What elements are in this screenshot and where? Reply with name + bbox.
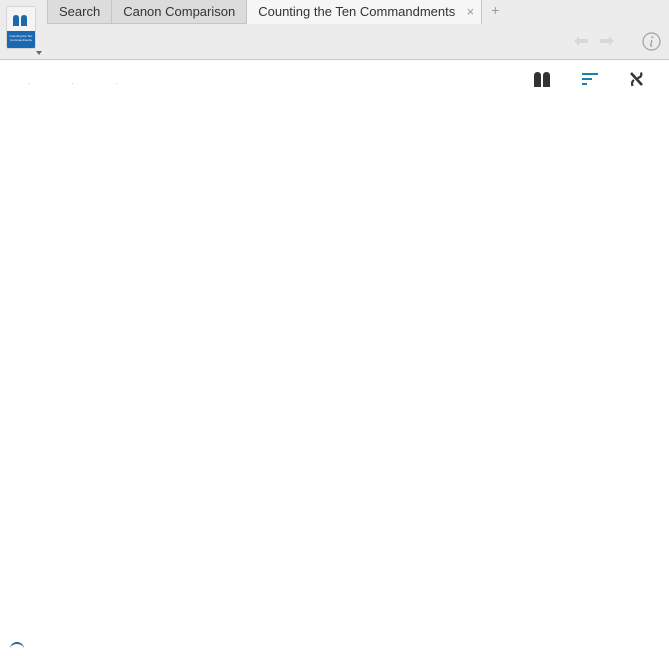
align-left-icon — [582, 73, 598, 85]
tab-label: Counting the Ten Commandments — [258, 4, 456, 19]
app-thumbnail-caption: Counting the Ten Commandments — [7, 31, 35, 48]
tablets-icon — [534, 72, 550, 87]
tab-search[interactable]: Search — [47, 0, 113, 24]
tab-canon-comparison[interactable]: Canon Comparison — [111, 0, 248, 24]
arrow-left-icon[interactable] — [573, 35, 589, 47]
app-header: Counting the Ten Commandments Search Can… — [0, 0, 669, 60]
tab-counting-the-ten-commandments[interactable]: Counting the Ten Commandments × — [246, 0, 483, 24]
close-icon[interactable]: × — [467, 0, 475, 23]
info-icon[interactable] — [642, 32, 661, 51]
tab-label: Search — [59, 4, 101, 19]
app-thumbnail[interactable]: Counting the Ten Commandments — [6, 6, 36, 49]
tab-label: Canon Comparison — [123, 4, 236, 19]
tab-bar: Search Canon Comparison Counting the Ten… — [47, 0, 509, 25]
align-left-button[interactable] — [578, 67, 602, 91]
hebrew-aleph-icon — [630, 72, 643, 87]
loading-spinner-icon — [10, 642, 24, 656]
content-toolbar — [0, 60, 669, 98]
tablets-icon — [13, 15, 27, 26]
chevron-down-icon[interactable] — [36, 51, 42, 55]
tablets-view-button[interactable] — [530, 67, 554, 91]
hebrew-toggle-button[interactable] — [625, 67, 649, 91]
add-tab-button[interactable]: + — [481, 0, 509, 23]
breadcrumb-dots: · · · — [28, 81, 138, 87]
arrow-right-icon[interactable] — [599, 35, 615, 47]
